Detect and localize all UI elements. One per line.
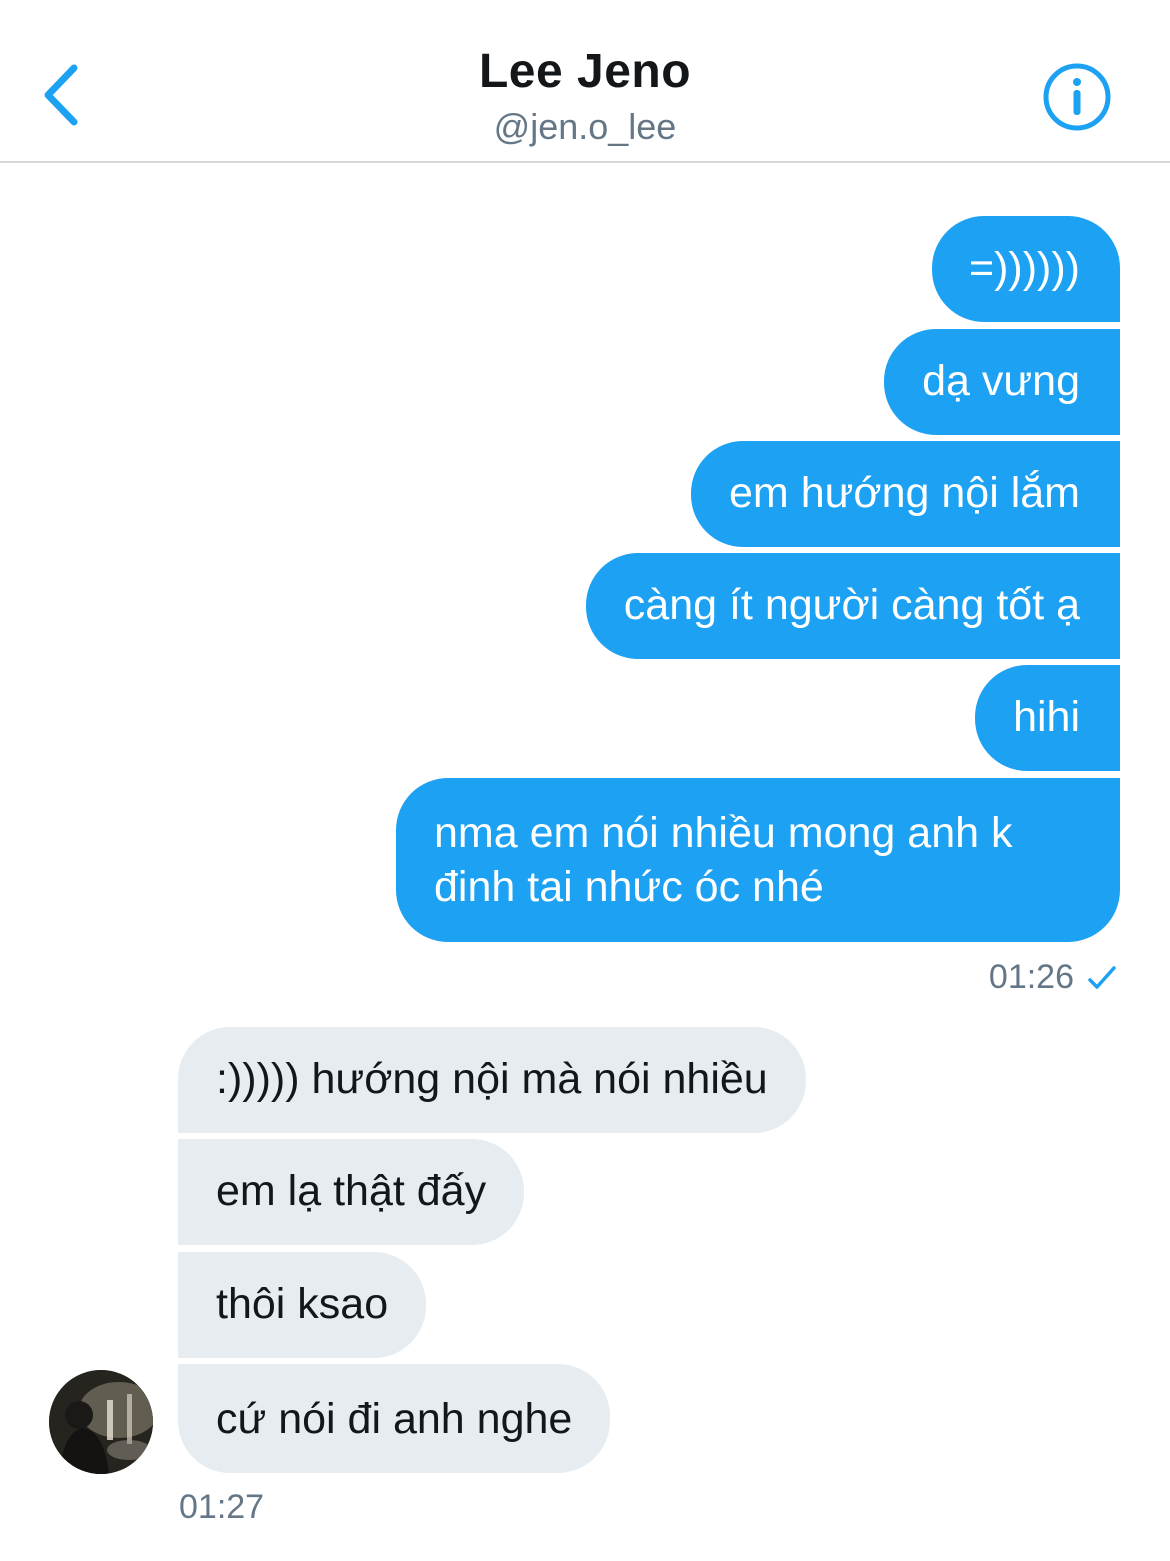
outgoing-message[interactable]: =)))))) [931,216,1120,322]
outgoing-message[interactable]: dạ vưng [884,329,1120,435]
conversation-handle[interactable]: @jen.o_lee [0,106,1170,148]
checkmark-icon [1088,966,1116,989]
incoming-message[interactable]: em lạ thật đấy [178,1139,525,1245]
info-button[interactable] [1041,61,1113,133]
outgoing-message[interactable]: càng ít người càng tốt ạ [585,553,1120,659]
avatar-photo [49,1370,153,1474]
outgoing-message[interactable]: nma em nói nhiều mong anh k đinh tai nhứ… [396,778,1120,942]
outgoing-timestamp: 01:26 [988,958,1074,996]
incoming-message[interactable]: :))))) hướng nội mà nói nhiều [178,1027,806,1133]
outgoing-message[interactable]: hihi [975,665,1120,771]
info-icon [1043,63,1111,131]
avatar[interactable] [49,1370,153,1474]
conversation-title[interactable]: Lee Jeno [0,44,1170,99]
outgoing-message[interactable]: em hướng nội lắm [691,441,1120,547]
incoming-timestamp: 01:27 [179,1488,265,1526]
incoming-message[interactable]: cứ nói đi anh nghe [178,1364,611,1473]
incoming-message[interactable]: thôi ksao [178,1252,427,1358]
conversation-header: Lee Jeno @jen.o_lee [0,0,1170,163]
